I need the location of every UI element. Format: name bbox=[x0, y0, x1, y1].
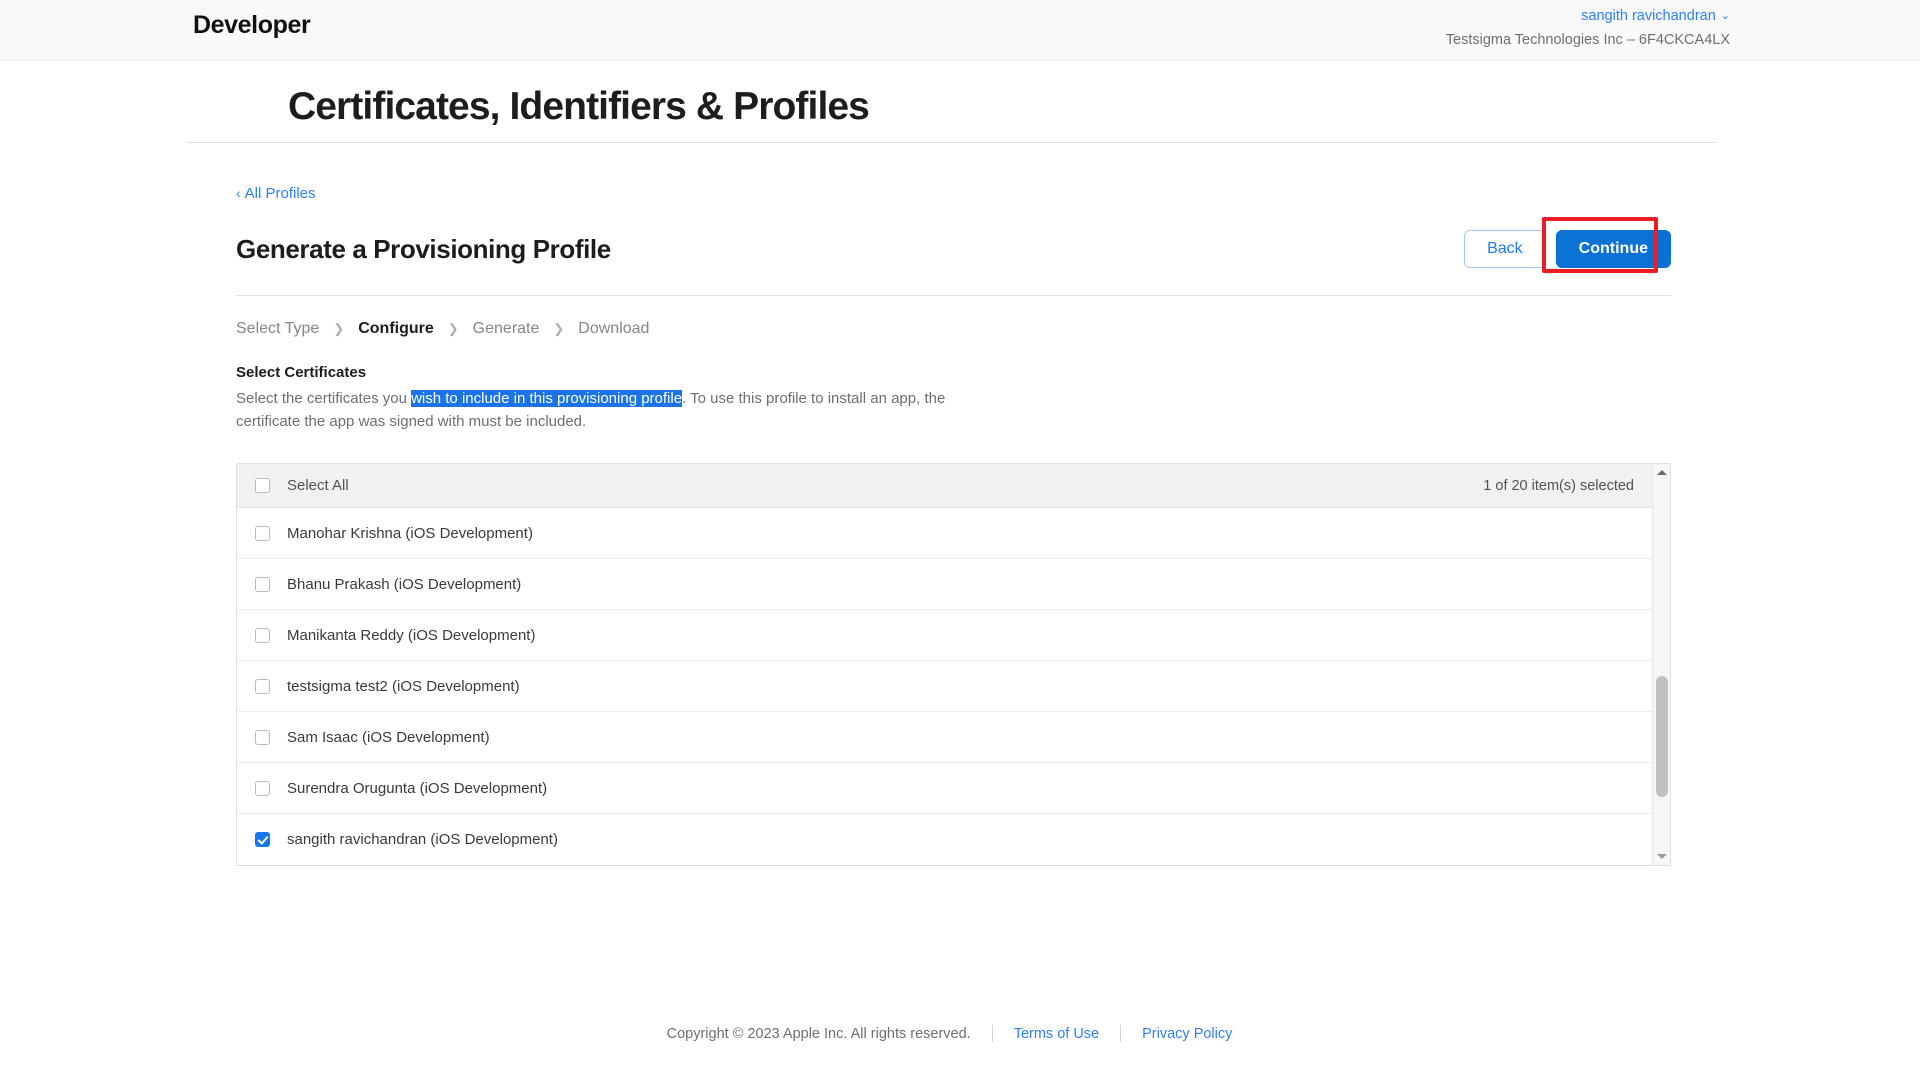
row-checkbox[interactable] bbox=[254, 729, 270, 745]
breadcrumb-all-profiles[interactable]: ‹ All Profiles bbox=[236, 183, 316, 204]
step-generate[interactable]: Generate bbox=[473, 320, 540, 338]
action-buttons: Back Continue bbox=[1464, 217, 1671, 273]
table-row[interactable]: testsigma test2 (iOS Development) bbox=[237, 661, 1670, 712]
select-certificates-heading: Select Certificates bbox=[236, 364, 367, 381]
main-content: ‹ All Profiles Generate a Provisioning Pr… bbox=[0, 143, 1920, 866]
section-header-row: Generate a Provisioning Profile Back Con… bbox=[236, 217, 1671, 296]
apple-developer-logo[interactable]: Developer bbox=[186, 11, 311, 40]
list-header-row: Select All 1 of 20 item(s) selected bbox=[237, 464, 1670, 508]
row-checkbox-cell bbox=[237, 525, 287, 541]
terms-of-use-link[interactable]: Terms of Use bbox=[993, 1026, 1120, 1042]
row-checkbox[interactable] bbox=[254, 525, 270, 541]
section-title: Generate a Provisioning Profile bbox=[236, 233, 611, 264]
row-checkbox[interactable] bbox=[254, 627, 270, 643]
page-footer: Copyright © 2023 Apple Inc. All rights r… bbox=[0, 1025, 1920, 1042]
step-separator-icon: ❯ bbox=[447, 321, 459, 336]
row-checkbox[interactable] bbox=[254, 780, 270, 796]
row-checkbox-cell bbox=[237, 627, 287, 643]
description-part-1: Select the certificates you bbox=[236, 390, 412, 407]
developer-wordmark: Developer bbox=[193, 11, 311, 39]
selected-count-label: 1 of 20 item(s) selected bbox=[1483, 477, 1634, 494]
triangle-down-icon bbox=[1656, 854, 1667, 859]
row-checkbox-cell bbox=[237, 729, 287, 745]
row-label: Manikanta Reddy (iOS Development) bbox=[287, 626, 536, 644]
row-label: Surendra Orugunta (iOS Development) bbox=[287, 779, 548, 797]
table-row[interactable]: Sam Isaac (iOS Development) bbox=[237, 712, 1670, 763]
account-team-name: Testsigma Technologies Inc – 6F4CKCA4LX bbox=[1445, 32, 1730, 48]
chevron-left-icon: ‹ bbox=[236, 185, 241, 201]
account-info: sangith ravichandran ⌄ Testsigma Technolo… bbox=[1446, 6, 1730, 51]
row-label: Sam Isaac (iOS Development) bbox=[287, 728, 490, 746]
step-download[interactable]: Download bbox=[578, 320, 649, 338]
row-label: Manohar Krishna (iOS Development) bbox=[287, 524, 533, 542]
step-separator-icon: ❯ bbox=[553, 321, 565, 336]
step-select-type[interactable]: Select Type bbox=[236, 320, 319, 338]
row-checkbox-cell bbox=[237, 576, 287, 592]
page-title: Certificates, Identifiers & Profiles bbox=[288, 85, 870, 128]
table-row[interactable]: Surendra Orugunta (iOS Development) bbox=[237, 763, 1670, 814]
chevron-down-icon: ⌄ bbox=[1720, 10, 1730, 22]
row-label: Bhanu Prakash (iOS Development) bbox=[287, 575, 522, 593]
wizard-steps: Select Type ❯ Configure ❯ Generate ❯ Dow… bbox=[236, 320, 1920, 338]
scroll-up-button[interactable] bbox=[1653, 464, 1670, 481]
breadcrumb-label: All Profiles bbox=[244, 185, 316, 202]
select-all-checkbox-cell bbox=[237, 478, 287, 493]
table-row[interactable]: Manohar Krishna (iOS Development) bbox=[237, 508, 1670, 559]
scrollbar-thumb[interactable] bbox=[1656, 675, 1668, 797]
row-checkbox[interactable] bbox=[254, 678, 270, 694]
account-menu-button[interactable]: sangith ravichandran ⌄ bbox=[1446, 6, 1730, 27]
text-selection-highlight: wish to include in this provisioning pro… bbox=[411, 390, 683, 407]
list-rows-container: Manohar Krishna (iOS Development) Bhanu P… bbox=[237, 508, 1670, 865]
row-checkbox[interactable] bbox=[254, 832, 270, 847]
privacy-policy-link[interactable]: Privacy Policy bbox=[1121, 1026, 1253, 1042]
page-header: Certificates, Identifiers & Profiles bbox=[102, 61, 1818, 142]
scroll-down-button[interactable] bbox=[1653, 848, 1670, 865]
select-certificates-description: Select the certificates you wish to incl… bbox=[236, 387, 1006, 433]
certificates-list: Select All 1 of 20 item(s) selected Mano… bbox=[236, 463, 1671, 866]
select-all-checkbox[interactable] bbox=[254, 478, 270, 493]
step-separator-icon: ❯ bbox=[333, 321, 345, 336]
scrollbar-track[interactable] bbox=[1653, 481, 1670, 848]
continue-button[interactable]: Continue bbox=[1555, 230, 1671, 268]
row-checkbox[interactable] bbox=[254, 576, 270, 592]
select-all-label: Select All bbox=[287, 477, 349, 494]
row-label: sangith ravichandran (iOS Development) bbox=[287, 831, 558, 848]
table-row[interactable]: Manikanta Reddy (iOS Development) bbox=[237, 610, 1670, 661]
top-navigation-bar: Developer sangith ravichandran ⌄ Testsigm… bbox=[0, 0, 1920, 61]
step-configure[interactable]: Configure bbox=[358, 320, 434, 338]
back-button[interactable]: Back bbox=[1464, 230, 1546, 268]
table-row[interactable]: sangith ravichandran (iOS Development) bbox=[237, 814, 1670, 865]
row-label: testsigma test2 (iOS Development) bbox=[287, 677, 520, 695]
copyright-text: Copyright © 2023 Apple Inc. All rights r… bbox=[666, 1025, 971, 1042]
list-scrollbar[interactable] bbox=[1652, 464, 1670, 865]
triangle-up-icon bbox=[1656, 470, 1667, 475]
row-checkbox-cell bbox=[237, 780, 287, 796]
account-user-name: sangith ravichandran bbox=[1581, 8, 1716, 24]
table-row[interactable]: Bhanu Prakash (iOS Development) bbox=[237, 559, 1670, 610]
row-checkbox-cell bbox=[237, 832, 287, 847]
row-checkbox-cell bbox=[237, 678, 287, 694]
